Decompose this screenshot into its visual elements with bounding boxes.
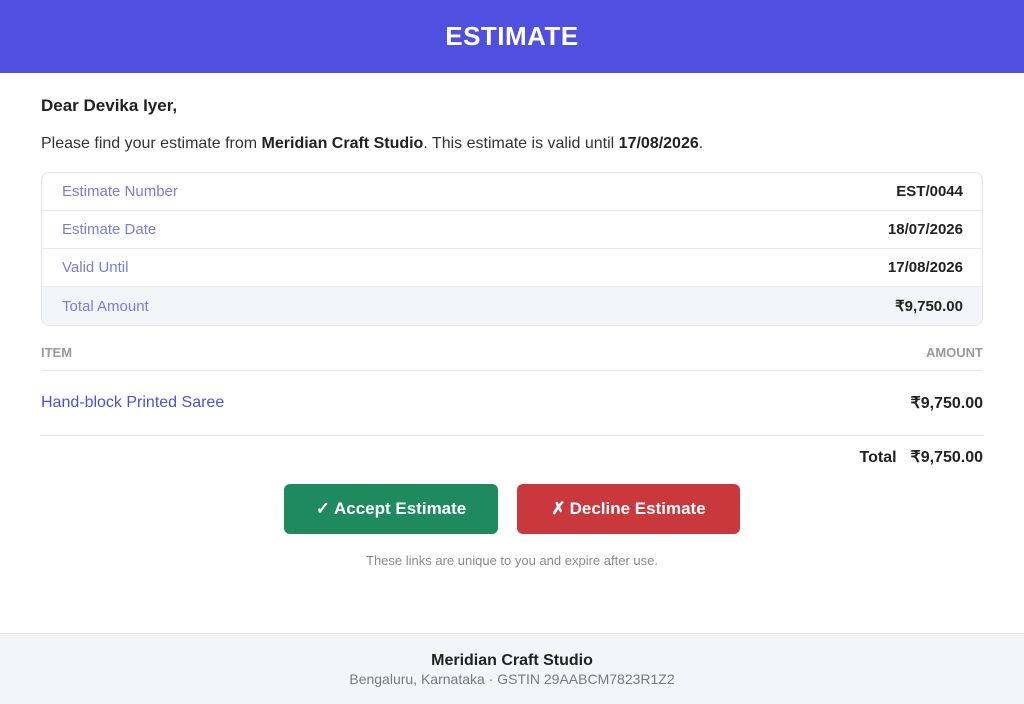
summary-label: Estimate Number (62, 183, 178, 200)
intro-middle: . This estimate is valid until (423, 135, 619, 152)
footer-address: Bengaluru, Karnataka · GSTIN 29AABCM7823… (349, 671, 675, 687)
intro-prefix: Please find your estimate from (41, 135, 262, 152)
summary-row-estimate-number: Estimate Number EST/0044 (42, 173, 982, 211)
email-header: ESTIMATE (0, 0, 1024, 73)
accept-button-label: Accept Estimate (333, 499, 467, 518)
intro-valid-date: 17/08/2026 (618, 135, 699, 152)
decline-button-label: Decline Estimate (569, 499, 706, 518)
item-name-link[interactable]: Hand-block Printed Saree (41, 394, 224, 412)
greeting: Dear Devika Iyer, (41, 96, 178, 115)
footer: Meridian Craft Studio Bengaluru, Karnata… (0, 633, 1024, 704)
summary-value: EST/0044 (896, 183, 963, 200)
items-table-header: ITEM AMOUNT (41, 345, 983, 371)
grand-total: Total ₹9,750.00 (860, 447, 984, 467)
summary-value: 18/07/2026 (887, 221, 963, 238)
summary-row-total-amount: Total Amount ₹9,750.00 (42, 287, 982, 325)
total-value: ₹9,750.00 (910, 449, 983, 466)
summary-label: Valid Until (62, 259, 129, 276)
summary-value: 17/08/2026 (887, 259, 963, 276)
items-table: ITEM AMOUNT Hand-block Printed Saree ₹9,… (41, 345, 983, 436)
cross-icon: ✗ (551, 499, 566, 518)
decline-estimate-button[interactable]: ✗ Decline Estimate (517, 484, 740, 534)
estimate-summary-table: Estimate Number EST/0044 Estimate Date 1… (41, 172, 983, 326)
page-title: ESTIMATE (445, 21, 579, 51)
check-icon: ✓ (315, 499, 330, 518)
column-header-item: ITEM (41, 345, 73, 360)
table-row: Hand-block Printed Saree ₹9,750.00 (41, 371, 983, 436)
intro-company: Meridian Craft Studio (261, 135, 424, 152)
footer-company: Meridian Craft Studio (431, 652, 593, 669)
summary-row-valid-until: Valid Until 17/08/2026 (42, 249, 982, 287)
links-note: These links are unique to you and expire… (366, 553, 658, 568)
summary-row-estimate-date: Estimate Date 18/07/2026 (42, 211, 982, 249)
column-header-amount: AMOUNT (925, 345, 983, 360)
intro-suffix: . (698, 135, 704, 152)
item-amount: ₹9,750.00 (910, 395, 983, 412)
accept-estimate-button[interactable]: ✓ Accept Estimate (284, 484, 498, 534)
intro-text: Please find your estimate from Meridian … (41, 135, 703, 153)
summary-label: Estimate Date (62, 221, 157, 238)
total-label: Total (859, 449, 897, 466)
summary-label: Total Amount (62, 297, 149, 315)
summary-value: ₹9,750.00 (895, 298, 963, 315)
